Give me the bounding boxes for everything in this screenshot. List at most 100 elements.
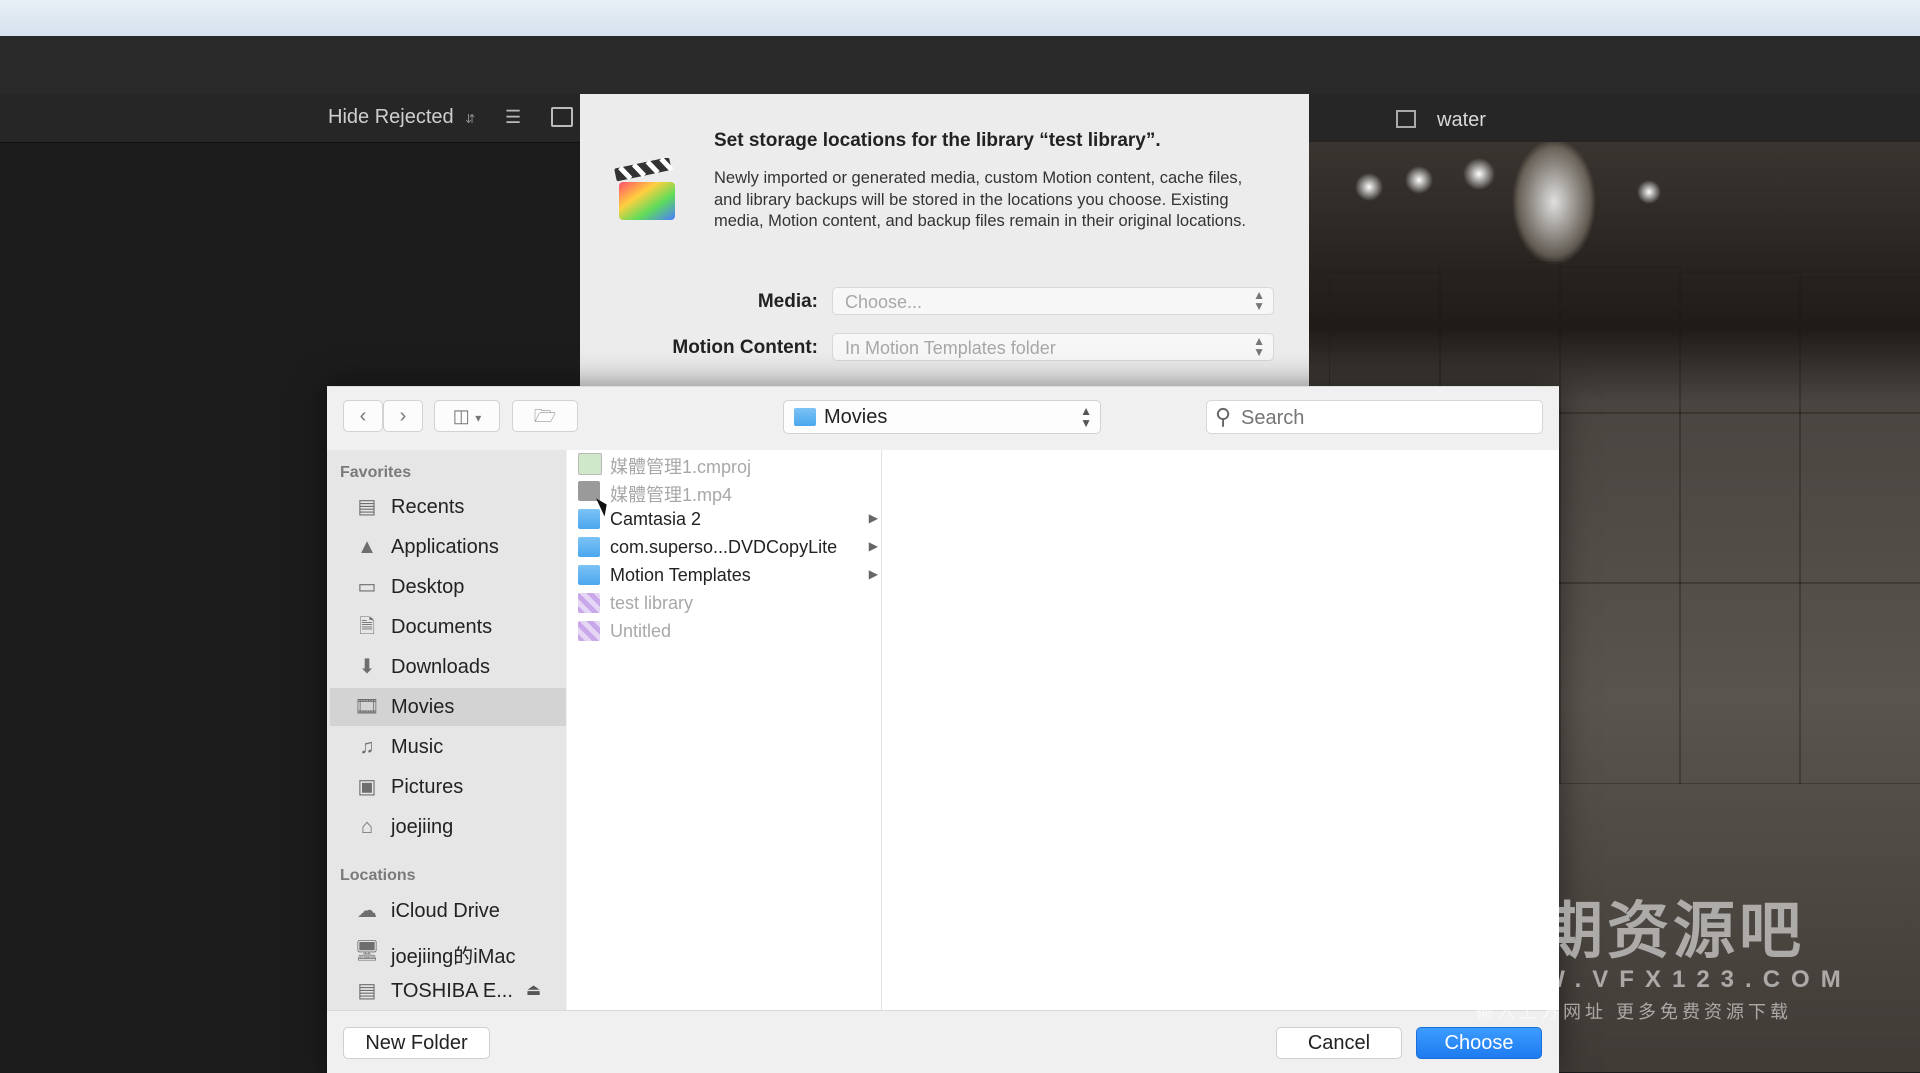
folder-plus-icon: 🗁 bbox=[533, 406, 557, 426]
sidebar-item-icloud-drive[interactable]: ☁ iCloud Drive bbox=[330, 892, 566, 930]
file-name: 媒體管理1.cmproj bbox=[610, 457, 752, 477]
storage-title: Set storage locations for the library “t… bbox=[714, 130, 1161, 151]
file-name: test library bbox=[610, 593, 694, 613]
file-name: Camtasia 2 bbox=[610, 509, 702, 529]
sidebar-item-documents[interactable]: 🗎 Documents bbox=[330, 608, 566, 646]
forward-button[interactable]: › bbox=[383, 400, 423, 432]
documents-icon: 🗎 bbox=[358, 616, 376, 638]
folder-icon bbox=[578, 565, 600, 585]
watermark-url: WWW.VFX123.COM bbox=[1475, 966, 1852, 993]
desktop-icon: ▭ bbox=[357, 576, 377, 598]
disclosure-arrow-icon: ▶ bbox=[868, 539, 878, 553]
downloads-icon: ⬇ bbox=[358, 656, 376, 678]
file-name: 媒體管理1.mp4 bbox=[610, 485, 733, 505]
locations-header: Locations bbox=[340, 867, 416, 884]
list-item[interactable]: Motion Templates ▶ bbox=[575, 562, 880, 590]
back-button[interactable]: ‹ bbox=[343, 400, 383, 432]
sidebar-item-label: joejiing bbox=[391, 816, 454, 838]
sidebar-item-label: Pictures bbox=[391, 776, 464, 798]
list-view-icon[interactable]: ☰ bbox=[505, 108, 525, 126]
new-folder-button[interactable]: New Folder bbox=[343, 1027, 490, 1059]
menu-bar-strip bbox=[0, 0, 1920, 36]
recents-icon: ▤ bbox=[357, 496, 377, 518]
view-mode-button[interactable]: ◫ ▾ bbox=[434, 400, 500, 432]
list-item[interactable]: 媒體管理1.cmproj bbox=[575, 450, 880, 478]
file-name: com.superso...DVDCopyLite bbox=[610, 537, 838, 557]
media-label: Media: bbox=[757, 291, 818, 312]
movies-icon: 🎞 bbox=[354, 696, 380, 718]
columns-view-icon: ◫ bbox=[452, 406, 470, 426]
sidebar-item-pictures[interactable]: ▣ Pictures bbox=[330, 768, 566, 806]
cmproj-file-icon bbox=[578, 453, 602, 475]
final-cut-pro-icon bbox=[613, 157, 679, 224]
sidebar-item-label: iCloud Drive bbox=[391, 900, 500, 922]
sidebar-item-applications[interactable]: ▲ Applications bbox=[330, 528, 566, 566]
library-icon bbox=[578, 621, 600, 641]
disclosure-arrow-icon: ▶ bbox=[868, 567, 878, 581]
sidebar-item-music[interactable]: ♫ Music bbox=[330, 728, 566, 766]
eject-icon[interactable]: ⏏ bbox=[526, 980, 541, 1000]
updown-arrows-icon: ⇵ bbox=[465, 112, 476, 126]
folder-icon bbox=[578, 537, 600, 557]
sidebar-item-toshiba-drive[interactable]: ▤ TOSHIBA E... ⏏ bbox=[330, 972, 566, 1010]
imac-icon: 🖥 bbox=[354, 940, 380, 962]
list-item[interactable]: Untitled bbox=[575, 618, 880, 646]
updown-arrows-icon: ▲ ▼ bbox=[1253, 288, 1265, 313]
home-icon: ⌂ bbox=[360, 816, 374, 838]
path-label: Movies bbox=[824, 406, 888, 428]
sidebar-item-label: Documents bbox=[391, 616, 493, 638]
file-column-2 bbox=[882, 450, 1559, 1010]
sidebar-item-home[interactable]: ⌂ joejiing bbox=[330, 808, 566, 846]
library-icon bbox=[578, 593, 600, 613]
sidebar-item-imac[interactable]: 🖥 joejiing的iMac bbox=[330, 932, 566, 970]
sidebar-item-label: Recents bbox=[391, 496, 465, 518]
search-input[interactable] bbox=[1239, 405, 1533, 431]
sidebar-item-label: joejiing的iMac bbox=[391, 946, 516, 968]
chevron-left-icon: ‹ bbox=[359, 405, 367, 427]
list-item[interactable]: com.superso...DVDCopyLite ▶ bbox=[575, 534, 880, 562]
media-popup[interactable]: Choose... ▲ ▼ bbox=[832, 287, 1274, 315]
list-item[interactable]: 媒體管理1.mp4 bbox=[575, 478, 880, 506]
browser-header bbox=[0, 94, 580, 143]
pictures-icon: ▣ bbox=[357, 776, 377, 798]
favorites-header: Favorites bbox=[340, 464, 412, 481]
filmstrip-view-icon[interactable] bbox=[551, 107, 573, 127]
list-item[interactable]: Camtasia 2 ▶ bbox=[575, 506, 880, 534]
path-popup[interactable]: Movies ▲ ▼ bbox=[783, 400, 1101, 434]
drive-icon: ▤ bbox=[357, 980, 377, 1002]
music-icon: ♫ bbox=[359, 736, 375, 758]
sidebar-item-label: Movies bbox=[391, 696, 455, 718]
disclosure-arrow-icon: ▶ bbox=[868, 511, 878, 525]
list-item[interactable]: test library bbox=[575, 590, 880, 618]
watermark-title: 后期资源吧 bbox=[1475, 897, 1806, 966]
updown-arrows-icon: ▲ ▼ bbox=[1253, 334, 1265, 359]
sidebar-item-label: TOSHIBA E... bbox=[391, 980, 513, 1002]
updown-arrows-icon: ▲ ▼ bbox=[1080, 404, 1092, 430]
file-name: Motion Templates bbox=[610, 565, 751, 585]
applications-icon: ▲ bbox=[357, 536, 377, 558]
cancel-button[interactable]: Cancel bbox=[1276, 1027, 1402, 1059]
sidebar-item-label: Desktop bbox=[391, 576, 465, 598]
hide-rejected-label: Hide Rejected bbox=[328, 106, 454, 128]
choose-button[interactable]: Choose bbox=[1416, 1027, 1542, 1059]
sidebar-item-movies[interactable]: 🎞 Movies bbox=[330, 688, 566, 726]
folder-icon bbox=[578, 509, 600, 529]
app-toolbar bbox=[0, 36, 1920, 95]
sidebar-item-label: Music bbox=[391, 736, 444, 758]
sidebar-item-recents[interactable]: ▤ Recents bbox=[330, 488, 566, 526]
motion-content-popup[interactable]: In Motion Templates folder ▲ ▼ bbox=[832, 333, 1274, 361]
media-value: Choose... bbox=[845, 292, 923, 312]
motion-content-value: In Motion Templates folder bbox=[845, 338, 1056, 358]
sidebar-item-label: Applications bbox=[391, 536, 499, 558]
watermark: 后期资源吧 WWW.VFX123.COM 输入上方网址 更多免费资源下载 bbox=[1475, 880, 1852, 1024]
sidebar-item-desktop[interactable]: ▭ Desktop bbox=[330, 568, 566, 606]
sidebar-item-downloads[interactable]: ⬇ Downloads bbox=[330, 648, 566, 686]
sidebar-item-label: Downloads bbox=[391, 656, 490, 678]
folder-icon bbox=[794, 408, 816, 426]
viewer-title: water bbox=[1437, 109, 1486, 131]
hide-rejected-popup[interactable]: Hide Rejected ⇵ bbox=[328, 106, 475, 129]
file-name: Untitled bbox=[610, 621, 672, 641]
storage-description: Newly imported or generated media, custo… bbox=[714, 169, 1246, 230]
new-folder-toolbar-button[interactable]: 🗁 bbox=[512, 400, 578, 432]
search-field[interactable]: ⚲ bbox=[1206, 400, 1543, 434]
